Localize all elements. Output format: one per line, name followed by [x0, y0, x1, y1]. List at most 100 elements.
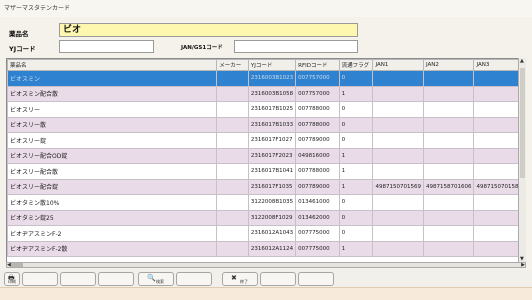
- table-row[interactable]: ビオタミン散10% 3122008B1035 013461000 0: [7, 194, 525, 211]
- table-row[interactable]: ビオスリー配合OD錠 2316017F2023 049816000 1: [7, 147, 525, 164]
- table-cell: 3122008B1035: [247, 194, 297, 211]
- toolbar-slot-5[interactable]: [260, 272, 296, 286]
- table-cell: [422, 163, 475, 180]
- search-icon: 🔍: [147, 274, 156, 282]
- table-cell: [372, 240, 424, 257]
- table-cell: [422, 194, 475, 211]
- table-row[interactable]: ビオスリー散 2316017B1033 007788000 0: [7, 116, 525, 133]
- table-cell: [422, 70, 475, 87]
- table-cell: ビオスリー配合錠: [7, 178, 218, 195]
- table-cell: [372, 147, 424, 164]
- table-row[interactable]: ビオタミン錠25 3122008F1029 013462000 0: [7, 209, 525, 226]
- horizontal-scroll-thumb[interactable]: [11, 263, 23, 267]
- close-button[interactable]: ✖ 終了: [222, 272, 258, 286]
- table-cell: 013461000: [295, 194, 340, 211]
- column-header[interactable]: JAN3: [473, 59, 525, 71]
- table-cell: [473, 194, 525, 211]
- scroll-up-icon[interactable]: ▲: [520, 58, 524, 64]
- table-row[interactable]: ビオスミン配合散 2316003B1058 007757000 1: [7, 85, 525, 102]
- table-row[interactable]: ビオスリー 2316017B1025 007788000 0: [7, 101, 525, 118]
- column-header[interactable]: 薬品名: [7, 59, 218, 71]
- window-title: マザーマスタテンカード: [0, 0, 532, 17]
- table-cell: 2316017F1035: [247, 178, 297, 195]
- table-cell: 007788000: [295, 116, 340, 133]
- table-cell: 4987150701569: [372, 178, 424, 195]
- table-cell: [422, 85, 475, 102]
- table-cell: ビオスリー散: [7, 116, 218, 133]
- table-cell: [216, 101, 249, 118]
- column-header[interactable]: YJコード: [247, 59, 297, 71]
- table-cell: 007757000: [295, 70, 340, 87]
- table-cell: 1: [338, 147, 374, 164]
- table-row[interactable]: ビオスリー配合散 2316017B1041 007788000 1: [7, 163, 525, 180]
- table-cell: [216, 147, 249, 164]
- drug-grid[interactable]: 薬品名 メーカー YJコード RFIDコード 流通フラグ JAN1 JAN2 JAN3 ビオス…: [6, 58, 526, 268]
- search-button[interactable]: 🔍 検索: [138, 272, 174, 286]
- table-cell: 007789000: [295, 132, 340, 149]
- table-cell: [372, 132, 424, 149]
- yj-code-input[interactable]: [59, 40, 154, 53]
- drug-name-input[interactable]: ビオ: [59, 23, 358, 37]
- table-cell: ビオヂアスミンF-2散: [7, 240, 218, 257]
- table-cell: 007757000: [295, 85, 340, 102]
- toolbar-slot-4[interactable]: [176, 272, 212, 286]
- toolbar-slot-3[interactable]: [98, 272, 134, 286]
- table-cell: [216, 209, 249, 226]
- scroll-right-icon[interactable]: ▶: [521, 262, 525, 268]
- table-row[interactable]: ビオヂアスミンF-2 2316012A1043 007775000 0: [7, 225, 525, 242]
- table-cell: ビオスリー配合OD錠: [7, 147, 218, 164]
- column-header[interactable]: JAN2: [422, 59, 475, 71]
- table-cell: 2316012A1124: [247, 240, 297, 257]
- table-cell: [473, 147, 525, 164]
- table-row[interactable]: ビオスリー配合錠 2316017F1035 007789000 1 4987150701…: [7, 178, 525, 195]
- table-cell: 0: [338, 194, 374, 211]
- table-cell: [422, 209, 475, 226]
- column-header[interactable]: JAN1: [372, 59, 424, 71]
- table-cell: [372, 85, 424, 102]
- table-cell: 007775000: [295, 240, 340, 257]
- table-row[interactable]: ビオスミン 2316003B1023 007757000 0: [7, 70, 525, 87]
- table-cell: [216, 163, 249, 180]
- table-cell: 2316017F2023: [247, 147, 297, 164]
- table-cell: 0: [338, 101, 374, 118]
- vertical-scroll-thumb[interactable]: [520, 68, 525, 178]
- table-cell: [473, 70, 525, 87]
- table-cell: [422, 240, 475, 257]
- horizontal-scrollbar[interactable]: ◀ ▶: [6, 262, 526, 268]
- table-cell: ビオタミン錠25: [7, 209, 218, 226]
- jan-code-input[interactable]: [234, 40, 358, 53]
- table-row[interactable]: ビオヂアスミンF-2散 2316012A1124 007775000 1: [7, 240, 525, 257]
- search-panel: 薬品名 ビオ YJコード JAN/GS1コード: [0, 17, 532, 59]
- column-header[interactable]: 流通フラグ: [338, 59, 374, 71]
- toolbar-slot-1[interactable]: [22, 272, 58, 286]
- table-cell: 0: [338, 70, 374, 87]
- table-cell: [372, 70, 424, 87]
- table-cell: 2316003B1058: [247, 85, 297, 102]
- jan-code-label: JAN/GS1コード: [181, 45, 223, 51]
- table-cell: [422, 225, 475, 242]
- table-cell: 1: [338, 163, 374, 180]
- table-cell: [372, 225, 424, 242]
- table-cell: ビオスリー錠: [7, 132, 218, 149]
- close-icon: ✖: [231, 274, 237, 282]
- table-cell: [473, 85, 525, 102]
- vertical-scrollbar[interactable]: ▲ ▼: [518, 58, 526, 262]
- column-header[interactable]: メーカー: [216, 59, 249, 71]
- table-cell: [216, 194, 249, 211]
- table-row[interactable]: ビオスリー錠 2316017F1027 007789000 0: [7, 132, 525, 149]
- toolbar-slot-6[interactable]: [298, 272, 334, 286]
- column-header[interactable]: RFIDコード: [295, 59, 340, 71]
- table-cell: 2316003B1023: [247, 70, 297, 87]
- table-cell: [473, 116, 525, 133]
- table-cell: 007775000: [295, 225, 340, 242]
- table-cell: 0: [338, 225, 374, 242]
- table-cell: 007788000: [295, 163, 340, 180]
- table-cell: 007789000: [295, 178, 340, 195]
- toolbar-slot-2[interactable]: [60, 272, 96, 286]
- table-cell: [422, 132, 475, 149]
- print-button[interactable]: 🖶 印刷: [4, 272, 20, 286]
- table-cell: 3122008F1029: [247, 209, 297, 226]
- table-cell: [422, 101, 475, 118]
- table-cell: 0: [338, 209, 374, 226]
- table-cell: [216, 70, 249, 87]
